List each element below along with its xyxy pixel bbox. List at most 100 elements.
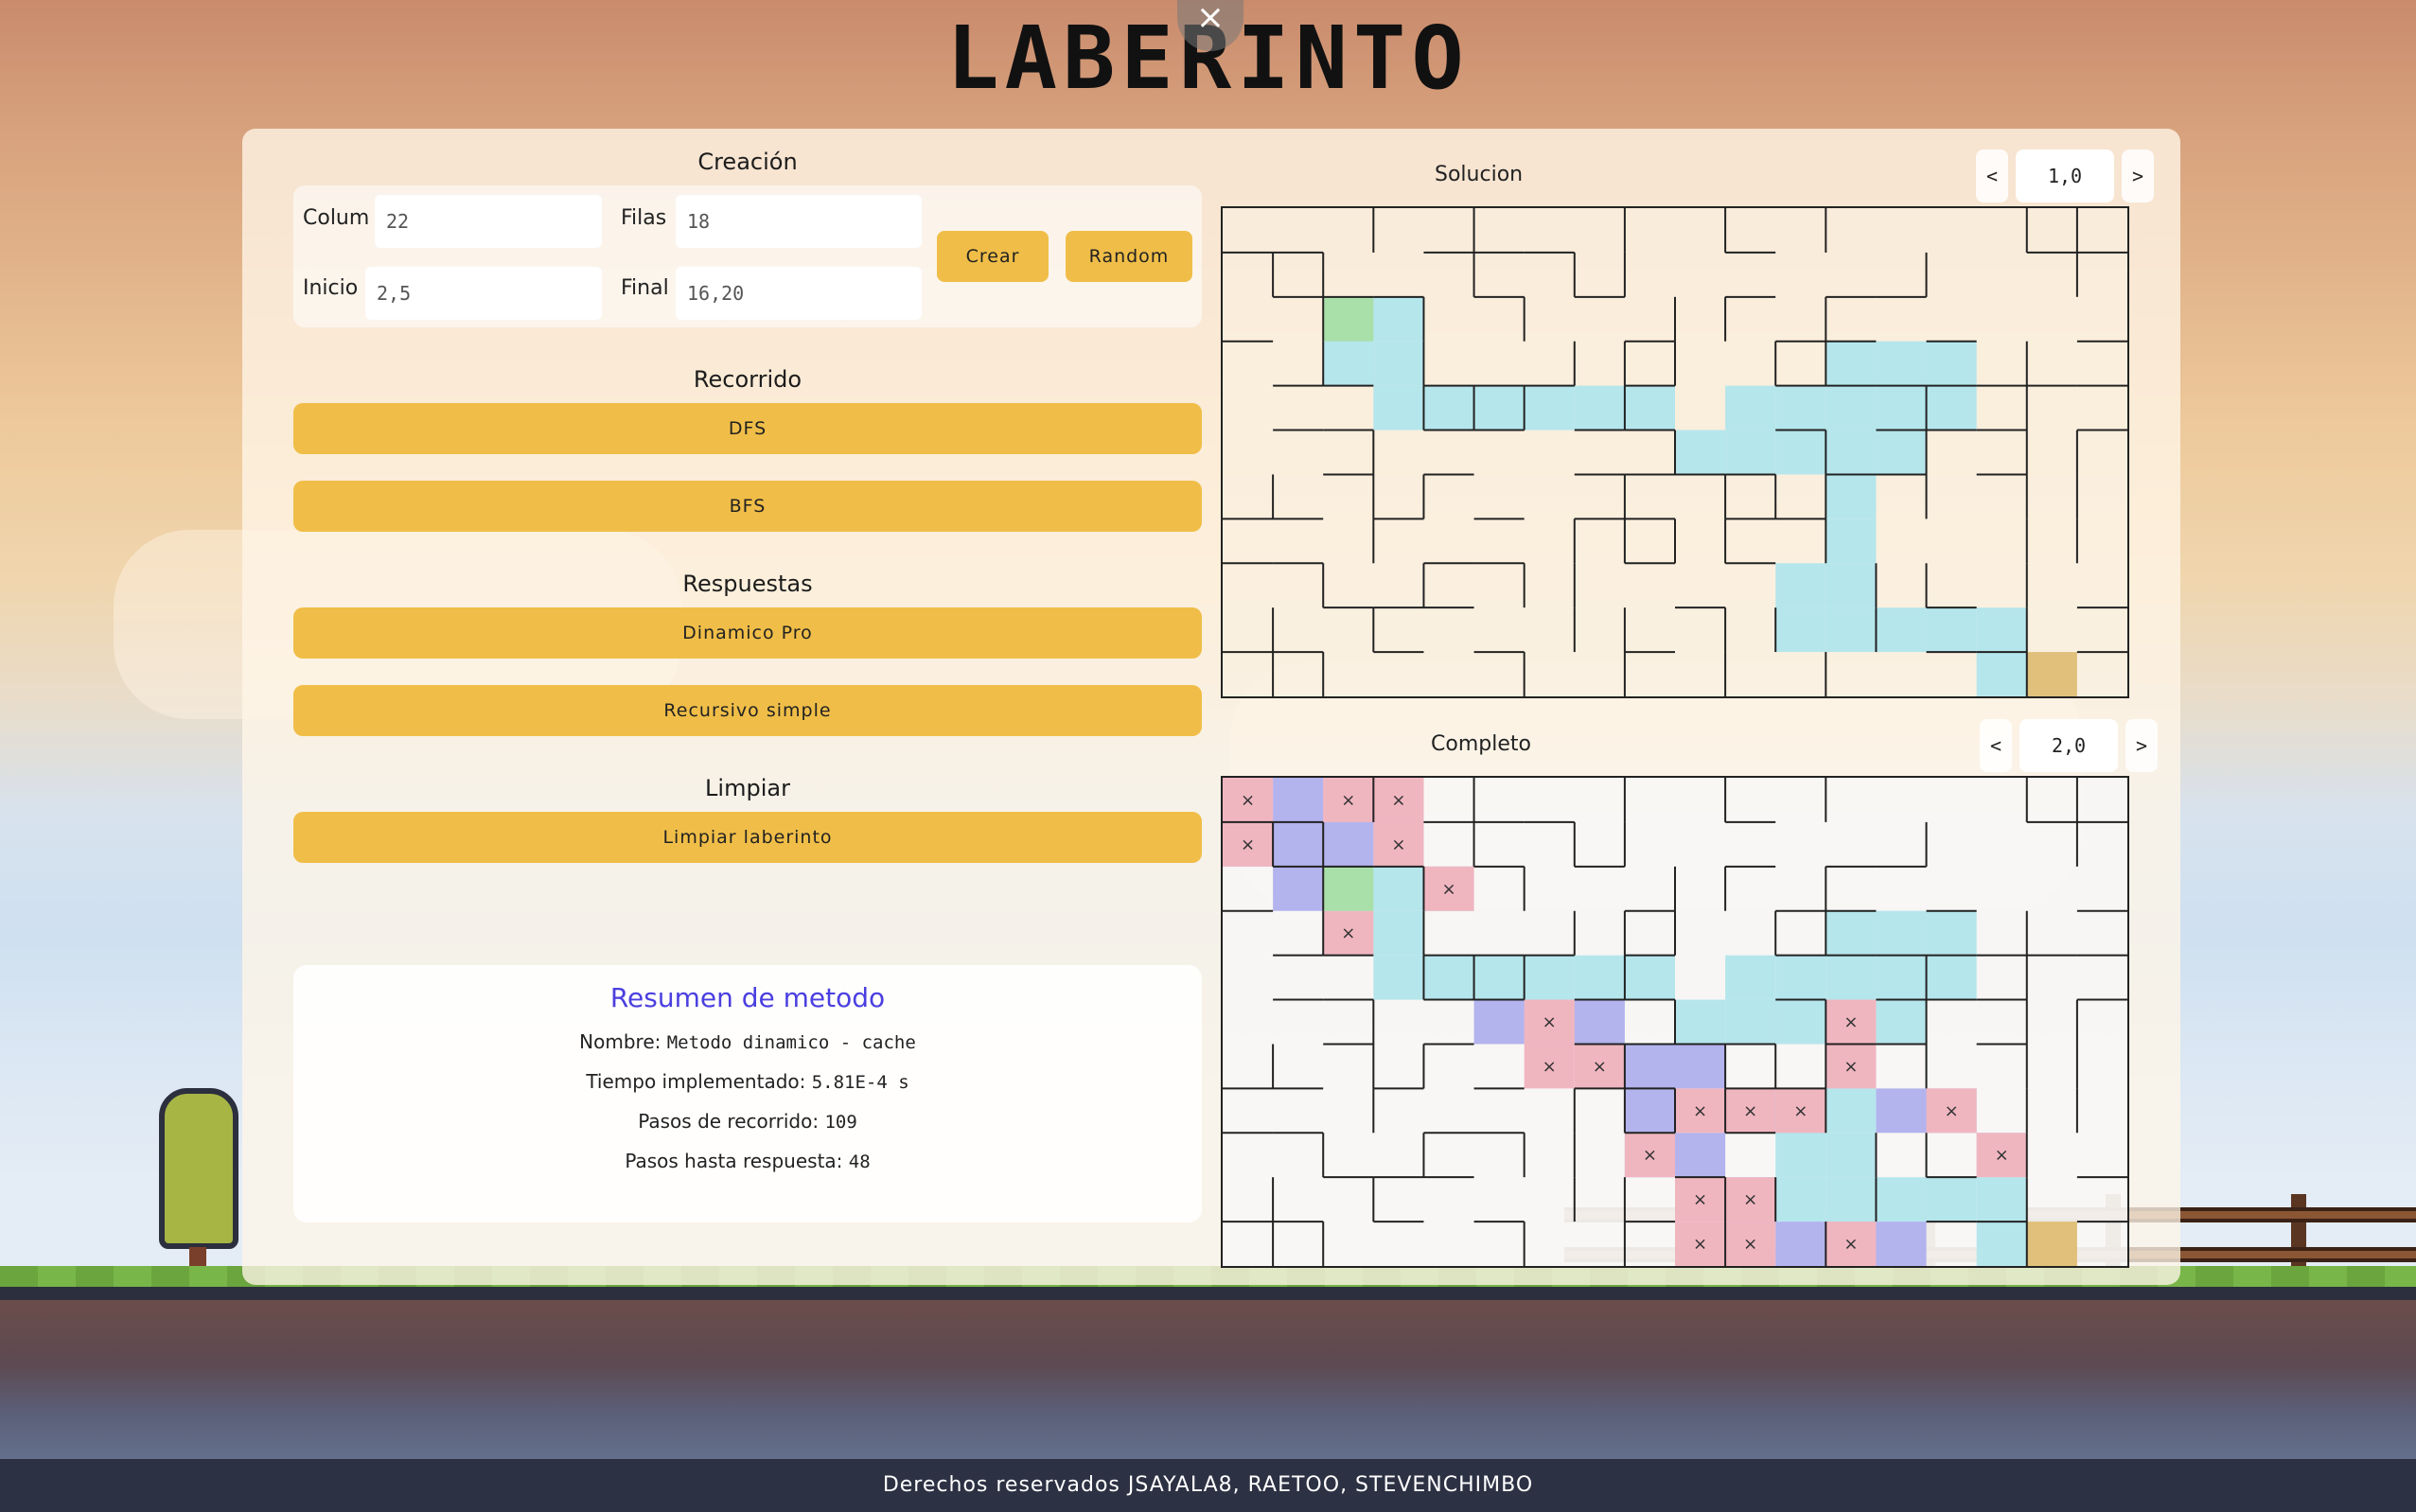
complete-path-cell <box>1976 1177 2027 1222</box>
complete-path-cell <box>1574 955 1625 1000</box>
summary-steps-row: Pasos de recorrido: 109 <box>293 1110 1202 1133</box>
controls-column: Creación Colum Filas Inicio Final Crear … <box>293 129 1202 863</box>
complete-visited-cell <box>1273 866 1324 911</box>
bfs-button[interactable]: BFS <box>293 481 1202 532</box>
complete-path-cell <box>1825 910 1877 956</box>
complete-dead-end-mark-icon: × <box>1241 790 1255 810</box>
creation-form: Colum Filas Inicio Final Crear Random <box>293 185 1202 327</box>
solution-end-cell <box>2026 652 2077 696</box>
complete-path-cell <box>1473 955 1525 1000</box>
complete-speed-increase-button[interactable]: > <box>2125 719 2158 772</box>
complete-path-cell <box>1373 866 1424 911</box>
complete-dead-end-mark-icon: × <box>1241 835 1255 854</box>
complete-visited-cell <box>1273 821 1324 867</box>
answers-title: Respuestas <box>682 571 813 597</box>
solution-title: Solucion <box>1435 163 1524 186</box>
solution-path-cell <box>1423 385 1474 431</box>
solution-path-cell <box>1825 519 1877 564</box>
complete-visited-cell <box>1624 1044 1675 1089</box>
summary-steps-label: Pasos de recorrido: <box>638 1110 820 1133</box>
complete-path-cell <box>1825 1133 1877 1178</box>
rows-input[interactable] <box>676 195 922 248</box>
complete-dead-end-mark-icon: × <box>1643 1146 1657 1166</box>
complete-dead-end-mark-icon: × <box>1543 1012 1557 1032</box>
complete-dead-end-mark-icon: × <box>1693 1235 1707 1255</box>
solution-path-cell <box>1775 430 1826 475</box>
complete-header: Completo < 2,0 > <box>1221 719 2158 772</box>
columns-label: Colum <box>303 206 370 230</box>
solution-path-cell <box>1926 341 1977 386</box>
creation-title: Creación <box>697 149 798 175</box>
footer: Derechos reservados JSAYALA8, RAETOO, ST… <box>0 1459 2416 1512</box>
solution-path-cell <box>1373 341 1424 386</box>
complete-title: Completo <box>1431 732 1531 756</box>
summary-time-label: Tiempo implementado: <box>586 1070 806 1093</box>
solution-speed-increase-button[interactable]: > <box>2122 149 2154 202</box>
solution-path-cell <box>1373 296 1424 342</box>
start-label: Inicio <box>303 276 359 300</box>
complete-path-cell <box>1876 910 1927 956</box>
summary-time-row: Tiempo implementado: 5.81E-4 s <box>293 1070 1202 1093</box>
solution-speed-value[interactable]: 1,0 <box>2016 149 2114 202</box>
summary-time-value: 5.81E-4 s <box>811 1072 909 1093</box>
summary-answer-value: 48 <box>848 1152 871 1172</box>
recursive-simple-button[interactable]: Recursivo simple <box>293 685 1202 736</box>
solution-path-cell <box>1675 430 1726 475</box>
complete-path-cell <box>1524 955 1575 1000</box>
complete-dead-end-mark-icon: × <box>1593 1057 1607 1077</box>
dynamic-pro-button[interactable]: Dinamico Pro <box>293 607 1202 659</box>
solution-maze[interactable] <box>1221 206 2129 698</box>
complete-path-cell <box>1624 955 1675 1000</box>
complete-dead-end-mark-icon: × <box>1693 1190 1707 1210</box>
solution-path-cell <box>1775 563 1826 608</box>
solution-speed-decrease-button[interactable]: < <box>1976 149 2008 202</box>
complete-path-cell <box>1675 999 1726 1045</box>
summary-answer-label: Pasos hasta respuesta: <box>625 1150 843 1172</box>
end-label: Final <box>621 276 669 300</box>
solution-path-cell <box>1825 563 1877 608</box>
complete-maze[interactable]: × × × × × × × × × × × × × × × × × × × × × × × <box>1221 776 2129 1268</box>
solution-path-cell <box>1323 341 1374 386</box>
complete-end-cell <box>2026 1222 2077 1266</box>
complete-dead-end-mark-icon: × <box>1543 1057 1557 1077</box>
method-summary: Resumen de metodo Nombre: Metodo dinamic… <box>293 965 1202 1222</box>
complete-path-cell <box>1725 955 1776 1000</box>
complete-path-cell <box>1825 1088 1877 1134</box>
complete-path-cell <box>1825 955 1877 1000</box>
complete-path-cell <box>1876 955 1927 1000</box>
clear-maze-button[interactable]: Limpiar laberinto <box>293 812 1202 863</box>
complete-dead-end-mark-icon: × <box>1743 1235 1757 1255</box>
complete-speed-decrease-button[interactable]: < <box>1980 719 2012 772</box>
create-button[interactable]: Crear <box>937 231 1049 282</box>
complete-dead-end-mark-icon: × <box>1743 1190 1757 1210</box>
complete-dead-end-mark-icon: × <box>1793 1101 1808 1121</box>
solution-path-cell <box>1825 430 1877 475</box>
clear-title: Limpiar <box>705 775 790 801</box>
traversal-title: Recorrido <box>693 366 802 393</box>
solution-path-cell <box>1825 474 1877 519</box>
rows-label: Filas <box>621 206 667 230</box>
complete-visited-cell <box>1775 1222 1826 1266</box>
summary-title: Resumen de metodo <box>609 982 886 1013</box>
complete-dead-end-mark-icon: × <box>1843 1012 1858 1032</box>
solution-path-cell <box>1574 385 1625 431</box>
complete-visited-cell <box>1876 1088 1927 1134</box>
complete-speed-value[interactable]: 2,0 <box>2019 719 2118 772</box>
complete-visited-cell <box>1473 999 1525 1045</box>
columns-input[interactable] <box>375 195 602 248</box>
dfs-button[interactable]: DFS <box>293 403 1202 454</box>
solution-header: Solucion < 1,0 > <box>1221 149 2154 202</box>
complete-path-cell <box>1926 910 1977 956</box>
end-input[interactable] <box>676 267 922 320</box>
background-ground <box>0 1300 2416 1461</box>
summary-answer-row: Pasos hasta respuesta: 48 <box>293 1150 1202 1172</box>
random-button[interactable]: Random <box>1066 231 1192 282</box>
solution-path-cell <box>1725 430 1776 475</box>
solution-path-cell <box>1775 385 1826 431</box>
start-input[interactable] <box>365 267 602 320</box>
summary-name-label: Nombre: <box>579 1030 661 1053</box>
complete-visited-cell <box>1675 1133 1726 1178</box>
complete-dead-end-mark-icon: × <box>1391 835 1405 854</box>
complete-path-cell <box>1876 999 1927 1045</box>
complete-dead-end-mark-icon: × <box>1693 1101 1707 1121</box>
